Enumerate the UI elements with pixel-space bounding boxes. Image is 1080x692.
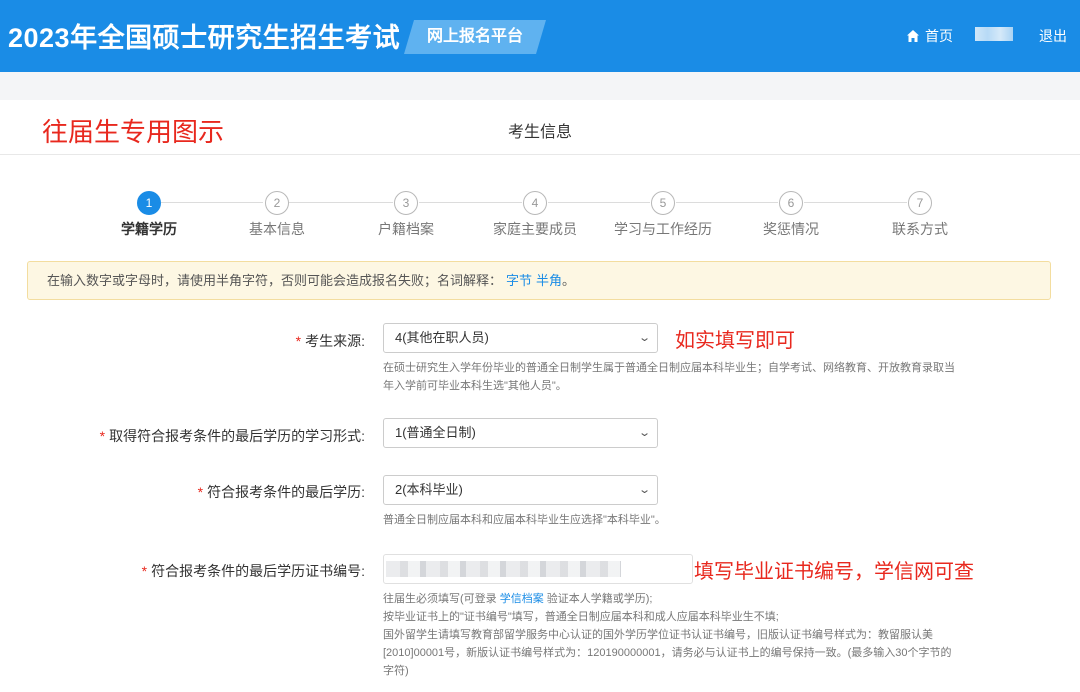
required-mark: * xyxy=(141,563,148,579)
platform-label: 网上报名平台 xyxy=(426,28,523,45)
cert-no-value-blurred xyxy=(386,561,621,577)
user-name-blurred xyxy=(975,27,1013,41)
step-1-circle[interactable]: 1 xyxy=(137,191,161,215)
notice-text: 在输入数字或字母时，请使用半角字符，否则可能会造成报名失败；名词解释： xyxy=(47,273,503,288)
notice-link-byte[interactable]: 字节 xyxy=(506,273,532,288)
step-3-label: 户籍档案 xyxy=(378,221,434,237)
source-label-text: 考生来源: xyxy=(305,333,365,349)
cert-no-help-line2: 按毕业证书上的"证书编号"填写，普通全日制应届本科和成人应届本科毕业生不填; xyxy=(383,611,779,623)
step-connector xyxy=(676,202,778,203)
study-form-select-value: 1(普通全日制) xyxy=(395,425,476,440)
source-select[interactable]: 4(其他在职人员) ⌄ xyxy=(383,323,658,353)
last-degree-help: 普通全日制应届本科和应届本科毕业生应选择"本科毕业"。 xyxy=(383,514,666,526)
cert-no-help: 往届生必须填写(可登录 学信档案 验证本人学籍或学历); 按毕业证书上的"证书编… xyxy=(383,590,951,680)
study-form-label: * 取得符合报考条件的最后学历的学习形式: xyxy=(0,426,365,446)
notice-link-halfwidth[interactable]: 半角 xyxy=(536,273,562,288)
xuexin-archive-link[interactable]: 学信档案 xyxy=(500,593,544,605)
step-4-circle[interactable]: 4 xyxy=(523,191,547,215)
home-icon xyxy=(907,30,919,42)
step-connector xyxy=(804,202,907,203)
step-1-label: 学籍学历 xyxy=(121,221,177,237)
required-mark: * xyxy=(197,484,204,500)
last-degree-label-text: 符合报考条件的最后学历: xyxy=(207,484,365,500)
step-2-label: 基本信息 xyxy=(249,221,305,237)
header-spacer xyxy=(0,72,1080,100)
cert-no-help-a: 往届生必须填写(可登录 xyxy=(383,593,500,605)
notice-banner: 在输入数字或字母时，请使用半角字符，否则可能会造成报名失败；名词解释： 字节 半角。 xyxy=(27,261,1051,300)
cert-no-help-line5: 字符) xyxy=(383,665,409,677)
card-title: 考生信息 xyxy=(507,124,572,141)
step-4-label: 家庭主要成员 xyxy=(493,221,577,237)
required-mark: * xyxy=(99,428,106,444)
study-form-label-text: 取得符合报考条件的最后学历的学习形式: xyxy=(109,428,365,444)
source-label: * 考生来源: xyxy=(0,331,365,351)
source-help-line1: 在硕士研究生入学年份毕业的普通全日制学生属于普通全日制应届本科毕业生；自学考试、… xyxy=(383,362,955,374)
step-connector xyxy=(161,202,263,203)
last-degree-select[interactable]: 2(本科毕业) ⌄ xyxy=(383,475,658,505)
study-form-select[interactable]: 1(普通全日制) ⌄ xyxy=(383,418,658,448)
source-help-line2: 年入学前可毕业本科生选"其他人员"。 xyxy=(383,380,567,392)
source-select-value: 4(其他在职人员) xyxy=(395,330,489,345)
notice-end: 。 xyxy=(562,273,576,288)
step-6-label: 奖惩情况 xyxy=(763,221,819,237)
cert-no-help-line1: 往届生必须填写(可登录 学信档案 验证本人学籍或学历); xyxy=(383,590,951,608)
step-7-circle[interactable]: 7 xyxy=(908,191,932,215)
platform-badge: 网上报名平台 xyxy=(404,20,546,54)
logout-link[interactable]: 退出 xyxy=(1039,26,1067,46)
home-link[interactable]: 首页 xyxy=(906,26,953,46)
step-5-label: 学习与工作经历 xyxy=(614,221,712,237)
cert-no-annotation: 填写毕业证书编号，学信网可查 xyxy=(694,561,974,583)
site-title: 2023年全国硕士研究生招生考试 xyxy=(8,23,401,53)
last-degree-select-value: 2(本科毕业) xyxy=(395,482,463,497)
step-6-circle[interactable]: 6 xyxy=(779,191,803,215)
chevron-down-icon: ⌄ xyxy=(637,427,651,439)
step-connector xyxy=(419,202,522,203)
step-7-label: 联系方式 xyxy=(892,221,948,237)
step-2-circle[interactable]: 2 xyxy=(265,191,289,215)
cert-no-help-line3: 国外留学生请填写教育部留学服务中心认证的国外学历学位证书认证书编号，旧版认证书编… xyxy=(383,629,933,641)
source-annotation: 如实填写即可 xyxy=(675,330,795,352)
step-connector xyxy=(548,202,650,203)
cert-no-help-b: 验证本人学籍或学历); xyxy=(543,593,653,605)
step-5-circle[interactable]: 5 xyxy=(651,191,675,215)
top-header: 2023年全国硕士研究生招生考试 网上报名平台 首页 退出 xyxy=(0,0,1080,72)
last-degree-label: * 符合报考条件的最后学历: xyxy=(0,482,365,502)
chevron-down-icon: ⌄ xyxy=(637,332,651,344)
cert-no-help-line4: [2010]00001号，新版认证书编号样式为：120190000001，请务必… xyxy=(383,647,952,659)
step-3-circle[interactable]: 3 xyxy=(394,191,418,215)
cert-no-label: * 符合报考条件的最后学历证书编号: xyxy=(0,561,365,581)
home-label: 首页 xyxy=(925,28,953,44)
chevron-down-icon: ⌄ xyxy=(637,484,651,496)
source-help: 在硕士研究生入学年份毕业的普通全日制学生属于普通全日制应届本科毕业生；自学考试、… xyxy=(383,359,955,395)
required-mark: * xyxy=(295,333,302,349)
cert-no-label-text: 符合报考条件的最后学历证书编号: xyxy=(151,563,365,579)
step-connector xyxy=(289,202,393,203)
